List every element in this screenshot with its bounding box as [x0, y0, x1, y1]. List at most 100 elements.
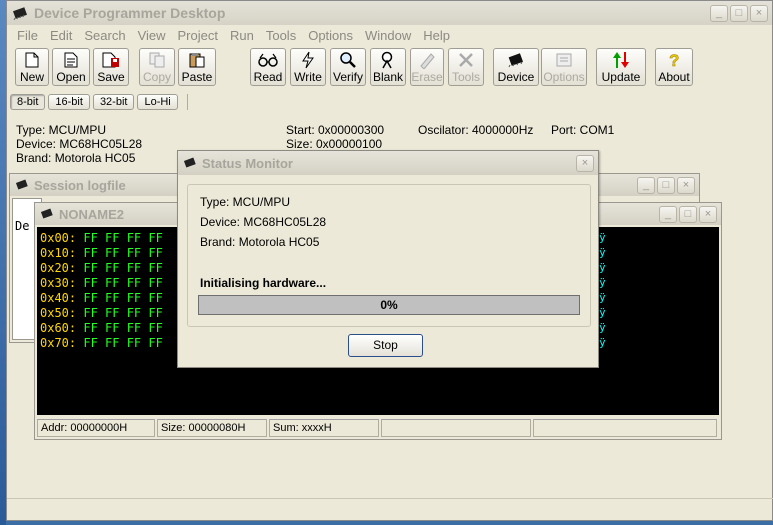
stop-button[interactable]: Stop — [348, 334, 423, 357]
close-button[interactable]: × — [750, 4, 768, 22]
device-button[interactable]: Device — [493, 48, 539, 86]
hex-row: 0x00: FF FF FF FF — [40, 231, 163, 245]
monitor-type: Type: MCU/MPU — [200, 195, 291, 209]
app-title: Device Programmer Desktop — [34, 5, 226, 21]
erase-button[interactable]: Erase — [410, 48, 444, 86]
hex-ascii: ÿ — [599, 231, 606, 244]
hex-row: 0x60: FF FF FF FF — [40, 321, 163, 335]
save-icon — [101, 51, 121, 69]
32bit-button[interactable]: 32-bit — [92, 94, 135, 110]
glasses-icon — [258, 51, 278, 69]
monitor-message: Initialising hardware... — [200, 276, 327, 290]
options-icon — [554, 51, 574, 69]
progress-label: 0% — [380, 298, 398, 312]
update-arrows-icon — [611, 51, 631, 69]
session-log-text: De — [15, 219, 30, 233]
status-size: Size: 00000080H — [157, 419, 267, 437]
hex-maximize-button[interactable]: □ — [679, 205, 697, 223]
tools-button[interactable]: Tools — [448, 48, 484, 86]
info-device: Device: MC68HC05L28 — [16, 137, 143, 151]
status-sum: Sum: xxxxH — [269, 419, 379, 437]
16bit-button[interactable]: 16-bit — [48, 94, 90, 110]
hex-row: 0x30: FF FF FF FF — [40, 276, 163, 290]
main-titlebar[interactable]: Device Programmer Desktop _ □ × — [7, 1, 772, 25]
chip-icon — [183, 157, 196, 168]
menu-edit[interactable]: Edit — [44, 28, 78, 43]
monitor-brand: Brand: Motorola HC05 — [200, 235, 320, 249]
menu-view[interactable]: View — [132, 28, 172, 43]
info-port: Port: COM1 — [551, 123, 615, 137]
status-addr: Addr: 00000000H — [37, 419, 155, 437]
menu-run[interactable]: Run — [224, 28, 260, 43]
monitor-device: Device: MC68HC05L28 — [200, 215, 327, 229]
8bit-button[interactable]: 8-bit — [10, 94, 46, 110]
hex-row: 0x20: FF FF FF FF — [40, 261, 163, 275]
hex-ascii: ÿ — [599, 291, 606, 304]
lo-hi-button[interactable]: Lo-Hi — [137, 94, 178, 110]
main-statusbar — [7, 498, 773, 520]
paste-button[interactable]: Paste — [178, 48, 216, 86]
hex-row: 0x50: FF FF FF FF — [40, 306, 163, 320]
copy-icon — [147, 51, 167, 69]
chip-icon — [40, 208, 53, 219]
dialog-title: Status Monitor — [202, 155, 293, 171]
chip-icon — [15, 179, 28, 190]
progress-bar: 0% — [198, 295, 580, 315]
hex-ascii: ÿ — [599, 336, 606, 349]
dialog-titlebar[interactable]: Status Monitor × — [178, 151, 598, 175]
new-button[interactable]: New — [15, 48, 49, 86]
open-button[interactable]: Open — [52, 48, 90, 86]
options-button[interactable]: Options — [541, 48, 587, 86]
menu-tools[interactable]: Tools — [260, 28, 302, 43]
hex-minimize-button[interactable]: _ — [659, 205, 677, 223]
paste-icon — [187, 51, 207, 69]
maximize-button[interactable]: □ — [730, 4, 748, 22]
write-button[interactable]: Write — [290, 48, 326, 86]
toolbar-separator — [186, 94, 188, 110]
blank-button[interactable]: Blank — [370, 48, 406, 86]
menu-help[interactable]: Help — [417, 28, 456, 43]
menu-project[interactable]: Project — [172, 28, 224, 43]
main-toolbar: New Open Save Copy Paste Read Write Veri… — [7, 45, 772, 91]
save-button[interactable]: Save — [93, 48, 129, 86]
hex-ascii: ÿ — [599, 321, 606, 334]
lightning-icon — [298, 51, 318, 69]
open-file-icon — [61, 51, 81, 69]
menu-options[interactable]: Options — [302, 28, 359, 43]
hex-row: 0x10: FF FF FF FF — [40, 246, 163, 260]
eraser-icon — [417, 51, 437, 69]
session-maximize-button[interactable]: □ — [657, 176, 675, 194]
status-group: Type: MCU/MPU Device: MC68HC05L28 Brand:… — [187, 184, 591, 327]
question-icon: ? — [664, 51, 684, 69]
hex-ascii: ÿ — [599, 306, 606, 319]
update-button[interactable]: Update — [596, 48, 646, 86]
tools-icon — [456, 51, 476, 69]
about-button[interactable]: ? About — [655, 48, 693, 86]
menu-search[interactable]: Search — [78, 28, 131, 43]
chip-icon — [506, 51, 526, 69]
blank-check-icon — [378, 51, 398, 69]
hex-close-button[interactable]: × — [699, 205, 717, 223]
magnifier-icon — [338, 51, 358, 69]
hex-ascii: ÿ — [599, 276, 606, 289]
hex-row: 0x40: FF FF FF FF — [40, 291, 163, 305]
hex-row: 0x70: FF FF FF FF — [40, 336, 163, 350]
chip-icon — [12, 7, 28, 21]
menu-window[interactable]: Window — [359, 28, 417, 43]
session-minimize-button[interactable]: _ — [637, 176, 655, 194]
status-monitor-dialog: Status Monitor × Type: MCU/MPU Device: M… — [177, 150, 599, 368]
verify-button[interactable]: Verify — [330, 48, 366, 86]
minimize-button[interactable]: _ — [710, 4, 728, 22]
info-start: Start: 0x00000300 — [286, 123, 385, 137]
read-button[interactable]: Read — [250, 48, 286, 86]
status-empty — [533, 419, 717, 437]
menu-bar: File Edit Search View Project Run Tools … — [7, 25, 772, 45]
copy-button[interactable]: Copy — [139, 48, 175, 86]
info-oscillator: Oscilator: 4000000Hz — [418, 123, 534, 137]
info-brand: Brand: Motorola HC05 — [16, 151, 136, 165]
session-close-button[interactable]: × — [677, 176, 695, 194]
dialog-close-button[interactable]: × — [576, 154, 594, 172]
info-size: Size: 0x00000100 — [286, 137, 383, 151]
status-empty — [381, 419, 531, 437]
menu-file[interactable]: File — [11, 28, 44, 43]
